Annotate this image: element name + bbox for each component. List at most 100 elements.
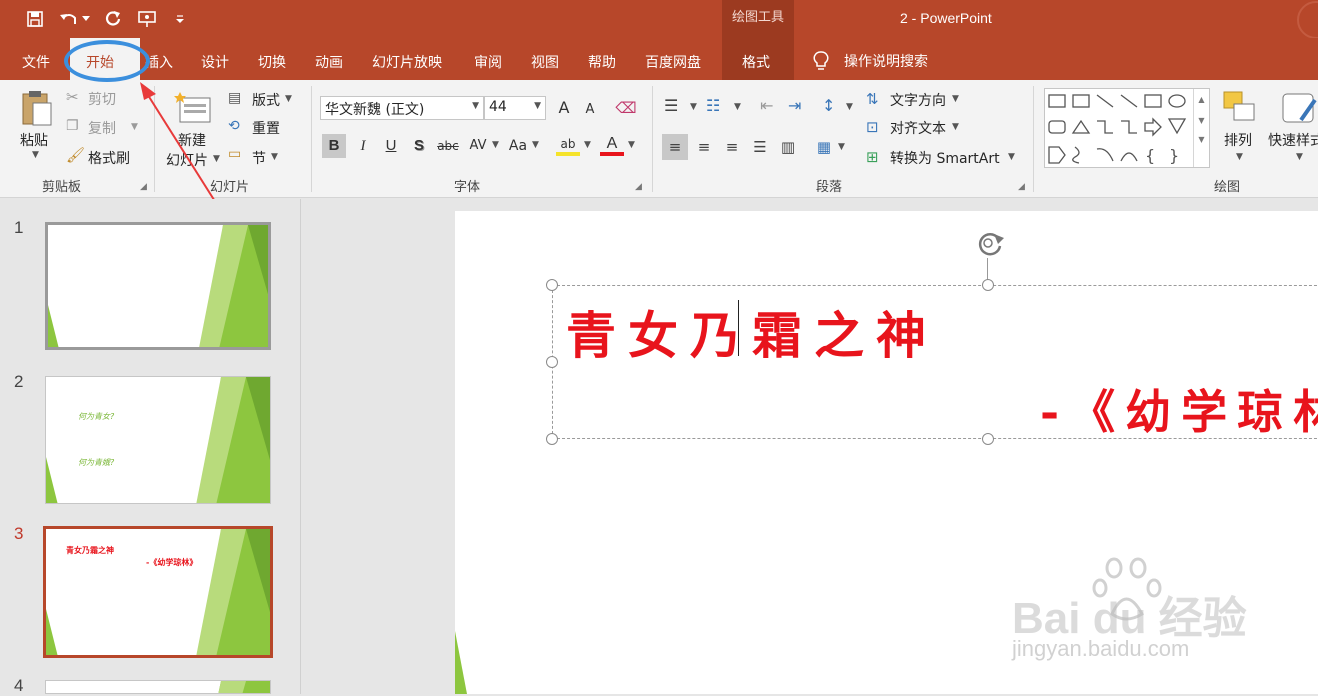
decrease-indent-icon[interactable]: ⇤ xyxy=(760,96,773,115)
section-label[interactable]: 节 xyxy=(252,148,266,168)
smartart-dropdown-icon[interactable]: ▼ xyxy=(1008,152,1015,162)
green-pattern-icon xyxy=(46,377,270,503)
paste-label[interactable]: 粘贴 xyxy=(20,130,48,150)
undo-dropdown-icon[interactable] xyxy=(80,8,92,30)
shapes-gallery[interactable]: {} ▲ ▼ ▼ xyxy=(1044,88,1210,168)
highlight-dropdown-icon[interactable]: ▼ xyxy=(584,140,591,150)
tab-animations[interactable]: 动画 xyxy=(315,52,343,72)
shadow-button[interactable]: S xyxy=(407,134,431,158)
reset-label[interactable]: 重置 xyxy=(252,118,280,138)
slide-thumbnail-2[interactable]: 何为青女? 何为青娥? xyxy=(45,376,271,504)
italic-button[interactable]: I xyxy=(351,134,375,158)
tab-help[interactable]: 帮助 xyxy=(588,52,616,72)
resize-handle-bottom[interactable] xyxy=(982,433,994,445)
slide-thumbnail-4[interactable] xyxy=(45,680,271,694)
font-name-dropdown-icon[interactable]: ▼ xyxy=(472,101,479,111)
customize-qat-icon[interactable] xyxy=(172,8,188,30)
arrange-icon[interactable] xyxy=(1220,88,1260,128)
save-icon[interactable] xyxy=(24,8,46,30)
redo-icon[interactable] xyxy=(102,8,124,30)
slide-title-text[interactable]: 青女乃霜之神 xyxy=(566,296,938,368)
resize-handle-top-left[interactable] xyxy=(546,279,558,291)
paste-icon[interactable] xyxy=(18,88,54,128)
gallery-scroll[interactable]: ▲ ▼ ▼ xyxy=(1193,89,1209,167)
line-spacing-dropdown-icon[interactable]: ▼ xyxy=(846,102,853,112)
font-launcher-icon[interactable]: ◢ xyxy=(635,182,642,192)
slide-thumbnail-3-selected[interactable]: 青女乃霜之神 -《幼学琼林》 xyxy=(43,526,273,658)
distributed-icon[interactable]: ▥ xyxy=(776,134,800,160)
quick-styles-icon[interactable] xyxy=(1280,88,1318,128)
tab-design[interactable]: 设计 xyxy=(201,52,229,72)
tab-review[interactable]: 审阅 xyxy=(474,52,502,72)
divider xyxy=(1033,86,1034,192)
svg-text:{: { xyxy=(1145,146,1155,165)
highlight-button[interactable]: ab xyxy=(556,132,580,156)
shrink-font-button[interactable]: A xyxy=(578,98,602,122)
copy-icon: ❐ xyxy=(66,118,79,134)
align-left-icon[interactable]: ≡ xyxy=(662,134,688,160)
tell-me-search[interactable]: 操作说明搜索 xyxy=(812,51,928,71)
bold-button[interactable]: B xyxy=(322,134,346,158)
resize-handle-left[interactable] xyxy=(546,356,558,368)
tab-view[interactable]: 视图 xyxy=(531,52,559,72)
grow-font-button[interactable]: A xyxy=(552,96,576,120)
font-size-dropdown-icon[interactable]: ▼ xyxy=(534,101,541,111)
arrange-label[interactable]: 排列 xyxy=(1224,130,1252,150)
format-painter-label[interactable]: 格式刷 xyxy=(88,148,130,168)
align-text-dropdown-icon[interactable]: ▼ xyxy=(952,122,959,132)
rotate-handle-icon[interactable] xyxy=(974,228,1006,260)
bullets-icon[interactable]: ☰ xyxy=(664,96,678,115)
paste-dropdown-icon[interactable]: ▼ xyxy=(32,150,39,160)
char-spacing-button[interactable]: AV xyxy=(464,134,492,158)
tab-slideshow[interactable]: 幻灯片放映 xyxy=(372,52,442,72)
justify-icon[interactable]: ☰ xyxy=(748,134,772,160)
text-direction-dropdown-icon[interactable]: ▼ xyxy=(952,94,959,104)
layout-dropdown-icon[interactable]: ▼ xyxy=(285,94,292,104)
columns-icon[interactable]: ▦ xyxy=(812,134,836,160)
line-spacing-icon[interactable]: ↕ xyxy=(822,96,835,115)
tab-file[interactable]: 文件 xyxy=(22,52,50,72)
increase-indent-icon[interactable]: ⇥ xyxy=(788,96,801,115)
align-right-icon[interactable]: ≡ xyxy=(720,134,744,160)
gallery-down-icon[interactable]: ▼ xyxy=(1194,116,1209,125)
gallery-up-icon[interactable]: ▲ xyxy=(1194,95,1209,104)
change-case-dropdown-icon[interactable]: ▼ xyxy=(532,140,539,150)
smartart-icon: ⊞ xyxy=(866,148,879,166)
gallery-more-icon[interactable]: ▼ xyxy=(1194,135,1209,144)
numbering-icon[interactable]: ☷ xyxy=(706,96,720,115)
slide-thumbnail-1[interactable] xyxy=(45,222,271,350)
align-center-icon[interactable]: ≡ xyxy=(692,134,716,160)
text-direction-icon: ⇅ xyxy=(866,90,879,108)
copy-label[interactable]: 复制 xyxy=(88,118,116,138)
font-color-button[interactable]: A xyxy=(600,132,624,156)
tab-baidu-netdisk[interactable]: 百度网盘 xyxy=(645,52,701,72)
quick-styles-label[interactable]: 快速样式 xyxy=(1268,130,1318,150)
align-text-label[interactable]: 对齐文本 xyxy=(890,118,946,138)
layout-label[interactable]: 版式 xyxy=(252,90,280,110)
text-direction-label[interactable]: 文字方向 xyxy=(890,90,946,110)
paragraph-launcher-icon[interactable]: ◢ xyxy=(1018,182,1025,192)
change-case-button[interactable]: Aa xyxy=(506,134,530,158)
cut-label[interactable]: 剪切 xyxy=(88,89,116,109)
strikethrough-button[interactable]: abc xyxy=(434,134,462,158)
quick-styles-dropdown-icon[interactable]: ▼ xyxy=(1296,152,1303,162)
resize-handle-bottom-left[interactable] xyxy=(546,433,558,445)
tab-format[interactable]: 格式 xyxy=(742,52,770,72)
section-dropdown-icon[interactable]: ▼ xyxy=(271,152,278,162)
slide-subtitle-text[interactable]: -《幼学琼林 xyxy=(1040,376,1318,442)
resize-handle-top[interactable] xyxy=(982,279,994,291)
numbering-dropdown-icon[interactable]: ▼ xyxy=(734,102,741,112)
underline-button[interactable]: U xyxy=(379,134,403,158)
clear-format-icon[interactable]: ⌫ xyxy=(614,96,638,120)
columns-dropdown-icon[interactable]: ▼ xyxy=(838,142,845,152)
arrange-dropdown-icon[interactable]: ▼ xyxy=(1236,152,1243,162)
char-spacing-dropdown-icon[interactable]: ▼ xyxy=(492,140,499,150)
font-color-dropdown-icon[interactable]: ▼ xyxy=(628,140,635,150)
font-name-combo[interactable]: 华文新魏 (正文) ▼ xyxy=(320,96,484,120)
undo-icon[interactable] xyxy=(58,8,80,30)
convert-smartart-label[interactable]: 转换为 SmartArt xyxy=(890,148,1000,168)
tab-transitions[interactable]: 切换 xyxy=(258,52,286,72)
start-slideshow-icon[interactable] xyxy=(136,8,158,30)
font-size-combo[interactable]: 44 ▼ xyxy=(484,96,546,120)
bullets-dropdown-icon[interactable]: ▼ xyxy=(690,102,697,112)
